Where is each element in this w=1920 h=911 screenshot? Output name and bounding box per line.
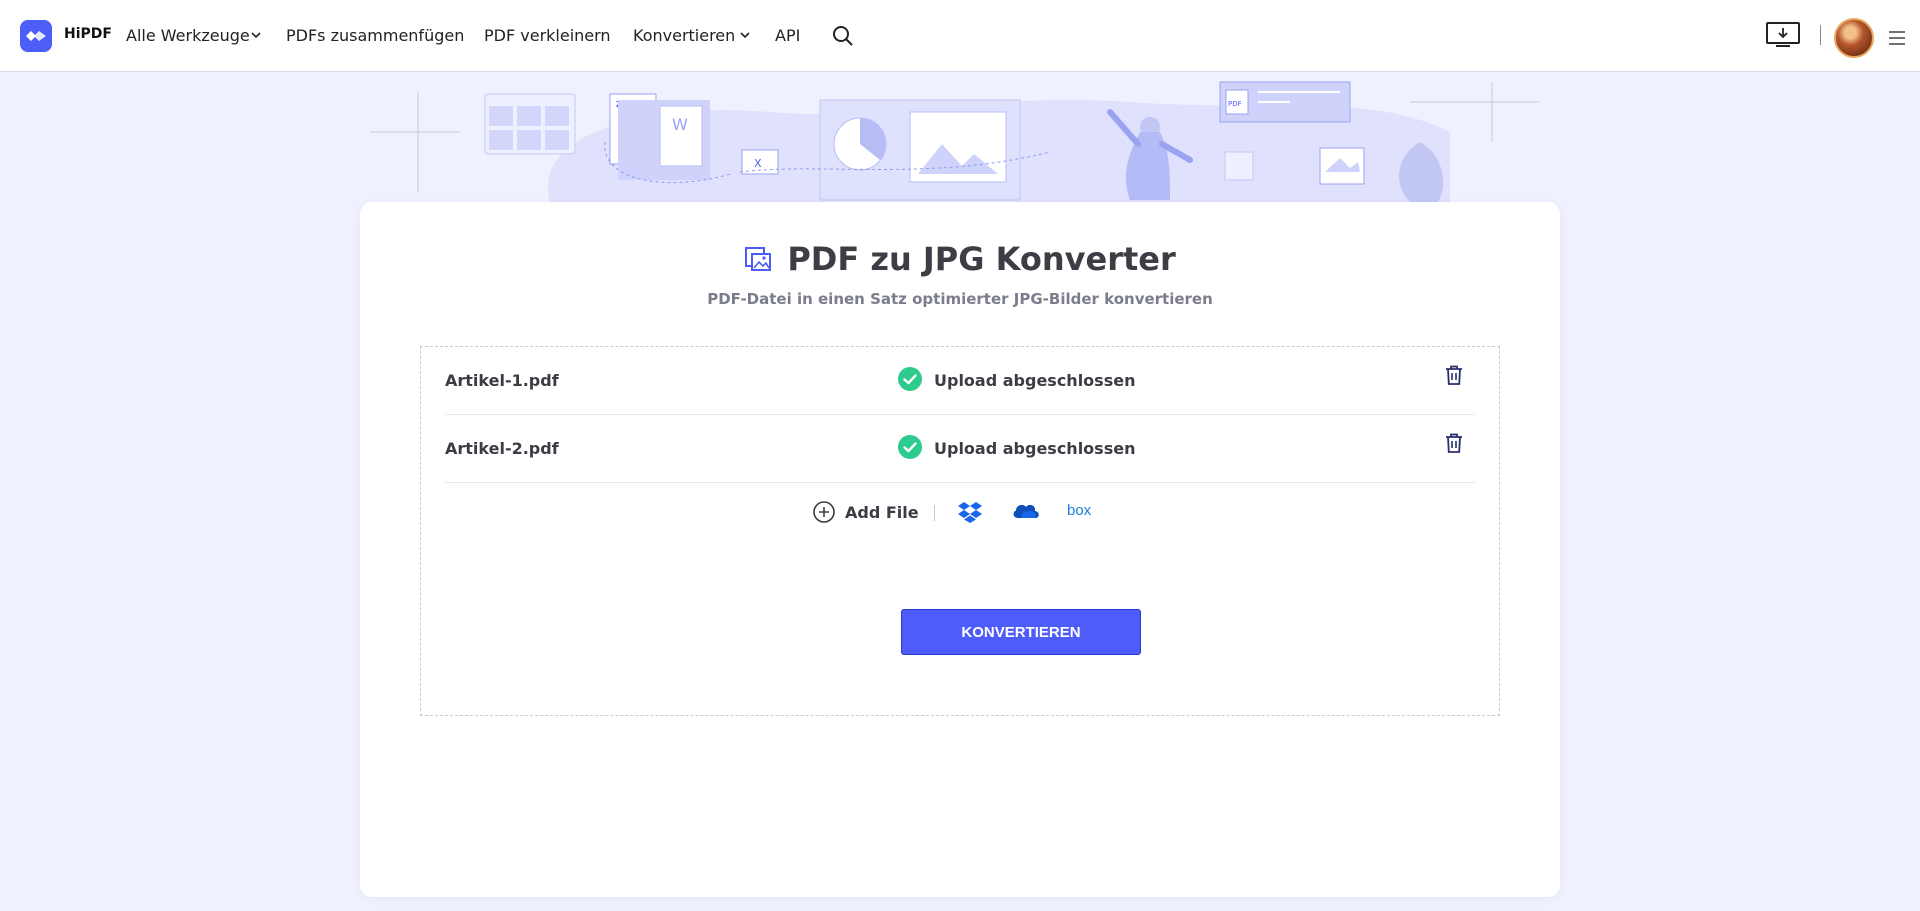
box-icon[interactable]: box bbox=[1067, 501, 1097, 519]
file-name: Artikel-2.pdf bbox=[445, 439, 559, 458]
desktop-download-icon[interactable] bbox=[1766, 22, 1800, 48]
convert-button[interactable]: KONVERTIEREN bbox=[901, 609, 1141, 655]
add-file-divider bbox=[934, 505, 935, 521]
upload-status-text: Upload abgeschlossen bbox=[934, 371, 1136, 390]
svg-text:X: X bbox=[754, 157, 762, 170]
check-circle-icon bbox=[898, 435, 922, 459]
page-title-row: PDF zu JPG Konverter bbox=[360, 240, 1560, 278]
upload-dropzone[interactable]: Artikel-1.pdf Upload abgeschlossen Artik… bbox=[420, 346, 1500, 716]
svg-text:box: box bbox=[1067, 502, 1092, 519]
trash-icon[interactable] bbox=[1445, 365, 1463, 385]
chevron-down-icon[interactable] bbox=[251, 31, 261, 39]
file-row: Artikel-2.pdf Upload abgeschlossen bbox=[445, 415, 1475, 483]
file-row: Artikel-1.pdf Upload abgeschlossen bbox=[445, 347, 1475, 415]
nav-api[interactable]: API bbox=[775, 26, 800, 45]
chevron-down-icon[interactable] bbox=[740, 31, 750, 39]
upload-status-text: Upload abgeschlossen bbox=[934, 439, 1136, 458]
hipdf-logo-icon[interactable] bbox=[20, 20, 52, 52]
svg-text:PDF: PDF bbox=[1228, 100, 1242, 108]
image-convert-icon bbox=[745, 247, 772, 271]
nav-compress-pdf[interactable]: PDF verkleinern bbox=[484, 26, 611, 45]
plus-circle-icon bbox=[813, 501, 835, 523]
nav-all-tools[interactable]: Alle Werkzeuge bbox=[126, 26, 250, 45]
page-title: PDF zu JPG Konverter bbox=[787, 240, 1176, 278]
header-divider bbox=[1820, 25, 1821, 45]
file-name: Artikel-1.pdf bbox=[445, 371, 559, 390]
hamburger-menu-icon[interactable] bbox=[1889, 31, 1905, 45]
nav-convert[interactable]: Konvertieren bbox=[633, 26, 735, 45]
trash-icon[interactable] bbox=[1445, 433, 1463, 453]
logo-text[interactable]: HiPDF bbox=[64, 26, 112, 42]
avatar[interactable] bbox=[1834, 18, 1874, 58]
dropbox-icon[interactable] bbox=[958, 501, 982, 523]
add-file-row: Add File box bbox=[421, 497, 1501, 527]
top-navigation-bar: HiPDF Alle Werkzeuge PDFs zusammenfügen … bbox=[0, 0, 1920, 72]
search-icon[interactable] bbox=[832, 25, 854, 47]
hero-illustration: ZIP W X PDF bbox=[370, 81, 1540, 202]
onedrive-icon[interactable] bbox=[1012, 501, 1040, 521]
svg-text:W: W bbox=[672, 115, 688, 134]
add-file-label: Add File bbox=[845, 503, 919, 522]
converter-card: PDF zu JPG Konverter PDF-Datei in einen … bbox=[360, 202, 1560, 897]
nav-merge-pdfs[interactable]: PDFs zusammenfügen bbox=[286, 26, 464, 45]
page-subtitle: PDF-Datei in einen Satz optimierter JPG-… bbox=[707, 290, 1213, 308]
check-circle-icon bbox=[898, 367, 922, 391]
